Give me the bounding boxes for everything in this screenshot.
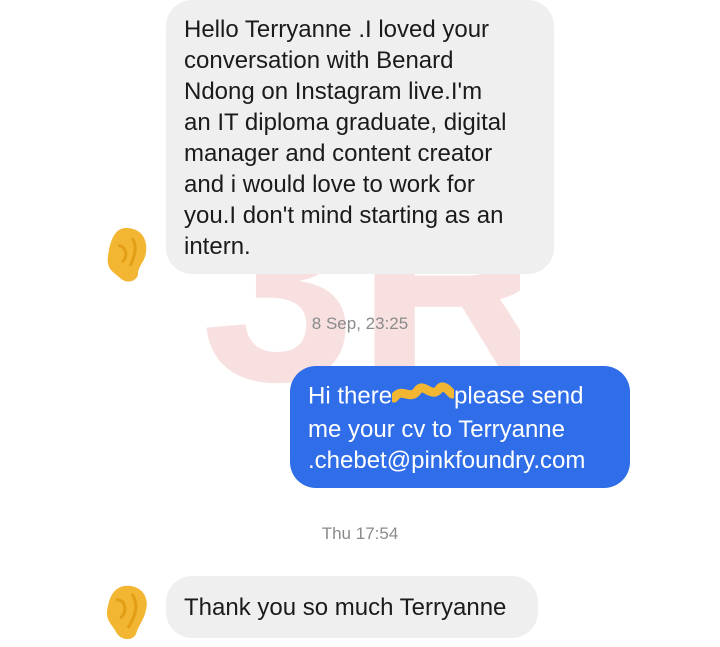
message-line: me your cv to Terryanne xyxy=(308,416,566,443)
message-line: conversation with Benard xyxy=(184,47,454,74)
message-line: manager and content creator xyxy=(184,140,493,167)
message-line: Thank you so much Terryanne xyxy=(184,594,507,621)
message-line: Hi there please send xyxy=(308,380,612,414)
redaction-scribble-icon xyxy=(389,380,457,414)
message-text: please send xyxy=(454,382,584,410)
incoming-message-bubble: Hello Terryanne .I loved your conversati… xyxy=(166,0,554,274)
contact-avatar xyxy=(104,584,150,642)
message-line: an IT diploma graduate, digital xyxy=(184,109,507,136)
avatar-redaction-icon xyxy=(107,228,147,282)
contact-avatar xyxy=(104,226,150,284)
message-timestamp: 8 Sep, 23:25 xyxy=(311,314,409,333)
message-timestamp: Thu 17:54 xyxy=(321,524,399,543)
message-line: you.I don't mind starting as an xyxy=(184,202,504,229)
avatar-redaction-icon xyxy=(106,585,147,640)
message-text: Hi there xyxy=(308,382,393,410)
message-line: .chebet@pinkfoundry.com xyxy=(308,447,586,474)
message-line: Ndong on Instagram live.I'm xyxy=(184,78,483,105)
message-line: Hello Terryanne .I loved your xyxy=(184,16,490,43)
message-line: and i would love to work for xyxy=(184,171,475,198)
outgoing-message-bubble: Hi there please send me your cv to Terrya… xyxy=(290,366,630,488)
incoming-message-bubble: Thank you so much Terryanne xyxy=(166,576,538,638)
message-line: intern. xyxy=(184,233,251,260)
